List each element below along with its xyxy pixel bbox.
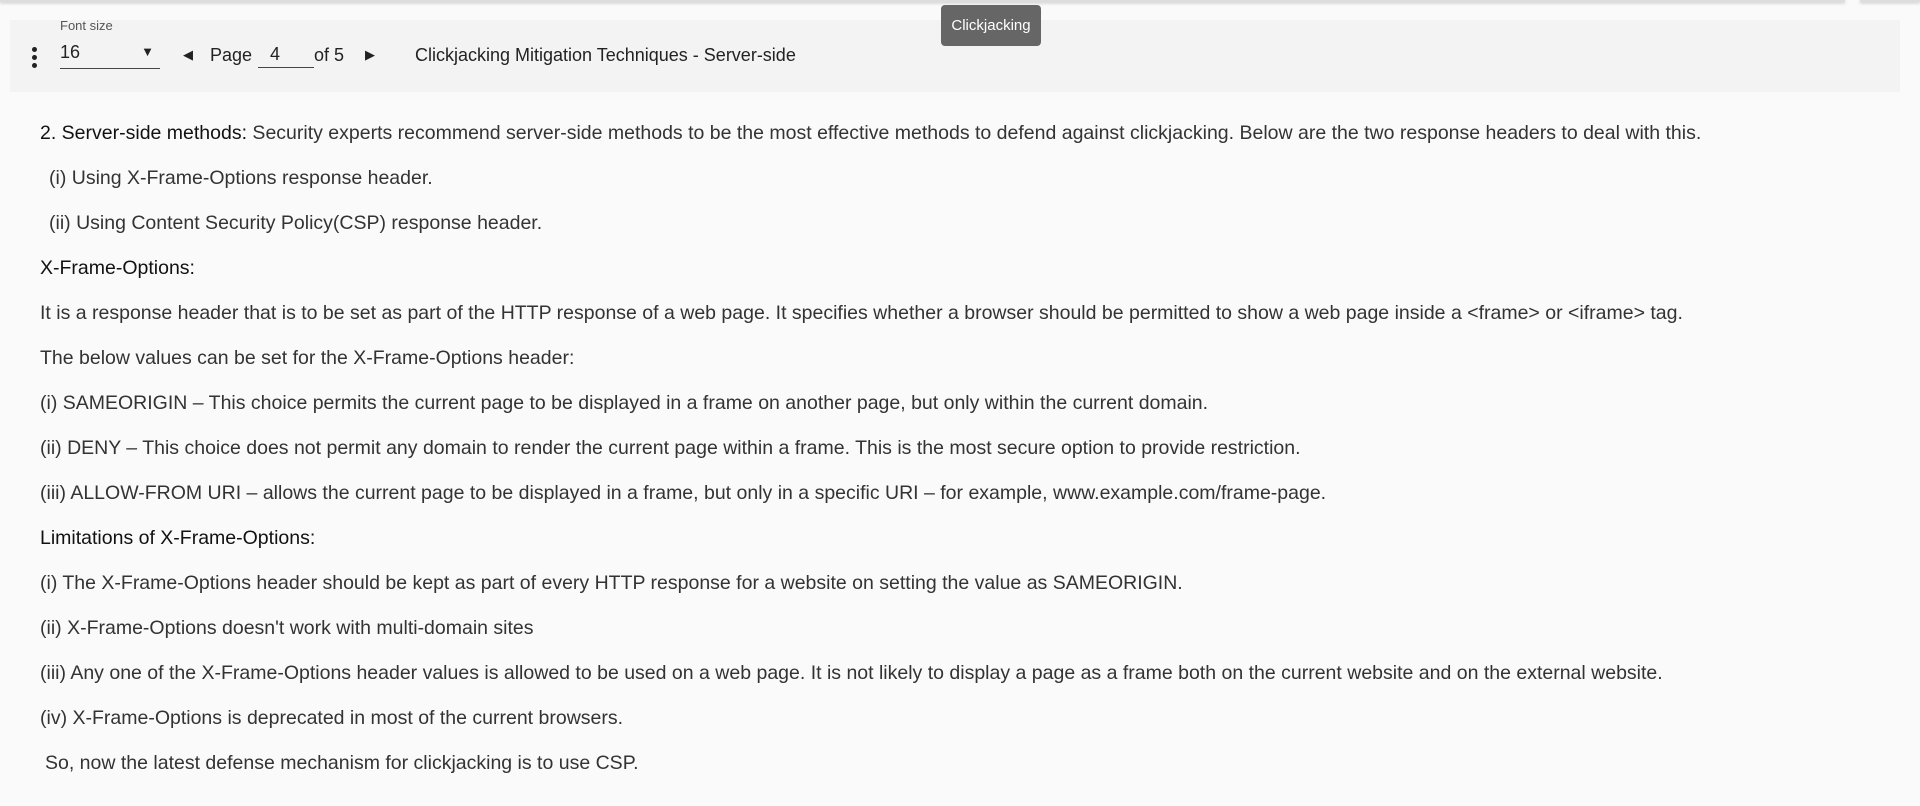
list-item: (iii) ALLOW-FROM URI – allows the curren… (40, 482, 1327, 504)
paragraph: The below values can be set for the X-Fr… (40, 347, 575, 369)
paragraph: It is a response header that is to be se… (40, 302, 1683, 324)
page-count: of 5 (314, 45, 345, 65)
list-item: (i) Using X-Frame-Options response heade… (49, 167, 433, 189)
intro-paragraph: 2. Server-side methods: Security experts… (40, 122, 1702, 144)
list-item: (iii) Any one of the X-Frame-Options hea… (40, 662, 1663, 684)
list-item: (ii) DENY – This choice does not permit … (40, 437, 1301, 459)
list-item: (iv) X-Frame-Options is deprecated in mo… (40, 707, 624, 729)
list-item: (i) The X-Frame-Options header should be… (40, 572, 1183, 594)
font-size-select[interactable]: 16 ▼ (60, 40, 160, 69)
chevron-down-icon: ▼ (141, 44, 154, 59)
top-bar-shadow (0, 0, 1845, 2)
list-item: (ii) X-Frame-Options doesn't work with m… (40, 617, 534, 639)
top-bar-shadow (1860, 0, 1920, 2)
list-item: (ii) Using Content Security Policy(CSP) … (49, 212, 543, 234)
font-size-value: 16 (60, 42, 81, 62)
section-heading: 2. Server-side methods: (40, 122, 248, 144)
list-item: (i) SAMEORIGIN – This choice permits the… (40, 392, 1209, 414)
document-content: 2. Server-side methods: Security experts… (40, 120, 1890, 795)
more-options-icon[interactable] (32, 47, 38, 71)
xfo-heading: X-Frame-Options: (40, 257, 195, 279)
page-number-input[interactable] (258, 42, 314, 68)
page-label: Page (210, 45, 253, 65)
next-page-icon[interactable]: ▶ (365, 47, 375, 63)
tooltip: Clickjacking (941, 5, 1041, 46)
closing-paragraph: So, now the latest defense mechanism for… (45, 752, 639, 774)
document-title: Clickjacking Mitigation Techniques - Ser… (415, 45, 796, 65)
limitations-heading: Limitations of X-Frame-Options: (40, 527, 316, 549)
previous-page-icon[interactable]: ◀ (183, 47, 193, 63)
font-size-label: Font size (60, 18, 113, 33)
